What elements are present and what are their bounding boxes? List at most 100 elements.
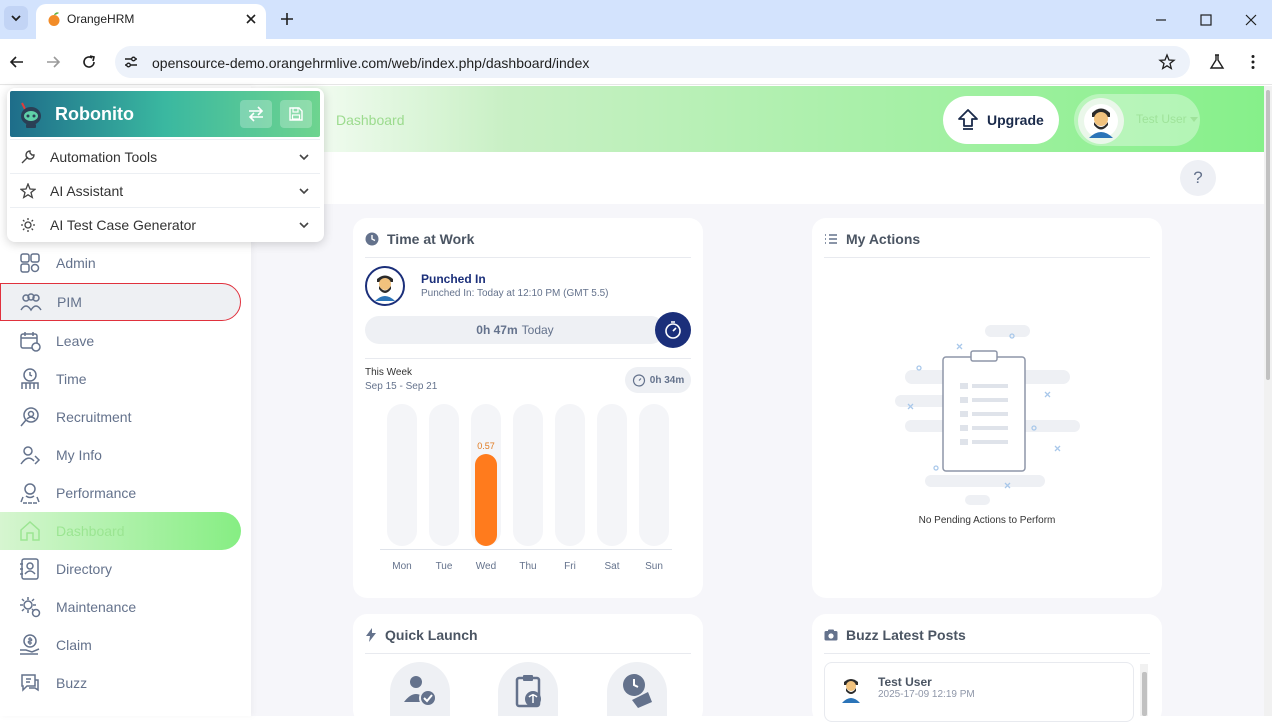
bar-track-fri	[555, 404, 585, 546]
reload-icon[interactable]	[80, 53, 98, 71]
sidebar-item-recruitment[interactable]: Recruitment	[0, 398, 241, 436]
sidebar-item-label: Recruitment	[56, 409, 132, 425]
sidebar-item-buzz[interactable]: Buzz	[0, 664, 241, 702]
x-tick-thu: Thu	[519, 561, 536, 572]
x-tick-sun: Sun	[645, 561, 663, 572]
help-icon: ?	[1193, 168, 1203, 187]
robonito-title: Robonito	[55, 104, 134, 124]
bar-wed[interactable]	[475, 454, 497, 546]
assign-leave-shortcut[interactable]	[390, 662, 450, 716]
x-tick-tue: Tue	[436, 561, 453, 572]
automation-tools-item[interactable]: Automation Tools	[10, 139, 320, 173]
sidebar-item-label: Maintenance	[56, 599, 137, 615]
switch-button[interactable]	[240, 100, 272, 128]
close-tab-icon[interactable]	[245, 13, 257, 25]
time-at-work-title: Time at Work	[365, 231, 474, 247]
x-tick-sat: Sat	[604, 561, 619, 572]
bar-track-sun	[639, 404, 669, 546]
x-tick-mon: Mon	[392, 561, 411, 572]
pim-icon	[20, 293, 42, 312]
week-range: Sep 15 - Sep 21	[365, 381, 438, 392]
week-bar-chart: Mon Tue 0.57 Wed Thu Fri Sat Sun	[380, 400, 676, 575]
swap-arrows-icon	[248, 106, 264, 122]
sidebar-item-my-info[interactable]: My Info	[0, 436, 241, 474]
user-avatar-icon	[1084, 104, 1118, 138]
bar-track-sat	[597, 404, 627, 546]
sidebar-item-label: My Info	[56, 447, 102, 463]
new-tab-icon[interactable]	[278, 10, 296, 28]
ai-assistant-item[interactable]: AI Assistant	[10, 173, 320, 207]
week-total: 0h 34m	[649, 374, 685, 386]
sidebar-item-label: Dashboard	[56, 523, 125, 539]
buzz-scrollbar-thumb[interactable]	[1142, 672, 1147, 716]
performance-icon	[20, 483, 40, 504]
minimize-icon[interactable]	[1151, 10, 1171, 30]
list-icon	[825, 234, 837, 244]
directory-icon	[20, 558, 39, 580]
sidebar-item-label: Leave	[56, 333, 95, 349]
timesheets-shortcut[interactable]	[607, 662, 667, 716]
my-info-icon	[20, 446, 41, 465]
employee-avatar	[365, 266, 405, 306]
ai-test-case-generator-label: AI Test Case Generator	[50, 216, 197, 233]
site-settings-icon[interactable]	[123, 54, 139, 70]
bar-track-tue	[429, 404, 459, 546]
avatar[interactable]	[1078, 98, 1124, 144]
punch-out-button[interactable]	[655, 312, 691, 348]
labs-flask-icon[interactable]	[1208, 53, 1226, 71]
back-arrow-icon[interactable]	[8, 53, 26, 71]
stopwatch-icon	[632, 374, 645, 387]
caret-down-icon	[1190, 117, 1198, 122]
sidebar-item-pim[interactable]: PIM	[0, 283, 241, 321]
assign-leave-icon	[404, 676, 437, 707]
upgrade-label: Upgrade	[987, 112, 1044, 128]
today-label: Today	[521, 323, 554, 337]
week-label: This Week	[365, 367, 413, 378]
sidebar-item-label: Claim	[56, 637, 92, 653]
admin-icon	[20, 253, 40, 273]
week-chart-svg: Mon Tue 0.57 Wed Thu Fri Sat Sun	[380, 404, 672, 572]
help-button[interactable]: ?	[1180, 160, 1216, 196]
x-tick-fri: Fri	[564, 561, 576, 572]
leave-list-shortcut[interactable]	[498, 662, 558, 716]
post-author-avatar-icon	[842, 679, 860, 703]
maximize-icon[interactable]	[1196, 10, 1216, 30]
tab-search-button[interactable]	[4, 6, 28, 30]
empty-clipboard-illustration	[895, 325, 1080, 505]
my-actions-label: My Actions	[846, 231, 921, 247]
maintenance-icon	[20, 597, 41, 618]
sidebar-item-performance[interactable]: Performance	[0, 474, 241, 512]
upgrade-arrow-icon	[958, 109, 978, 130]
forward-arrow-icon[interactable]	[44, 53, 62, 71]
sidebar-item-dashboard[interactable]: Dashboard	[0, 512, 241, 550]
sidebar-item-time[interactable]: Time	[0, 360, 241, 398]
sidebar-item-leave[interactable]: Leave	[0, 322, 241, 360]
buzz-post[interactable]	[824, 662, 1134, 722]
orangehrm-favicon-icon	[48, 12, 60, 26]
leave-icon	[20, 332, 41, 352]
chevron-down-icon	[299, 188, 309, 195]
save-button[interactable]	[280, 100, 312, 128]
sidebar-item-label: Time	[56, 371, 87, 387]
save-icon	[289, 107, 303, 121]
punch-status: Punched In	[421, 272, 486, 286]
scrollbar-thumb[interactable]	[1266, 90, 1270, 380]
empty-actions-text: No Pending Actions to Perform	[918, 515, 1056, 526]
leave-list-icon	[515, 675, 541, 708]
bookmark-star-icon[interactable]	[1158, 53, 1176, 71]
sidebar-item-directory[interactable]: Directory	[0, 550, 241, 588]
divider	[824, 257, 1150, 258]
close-window-icon[interactable]	[1241, 10, 1261, 30]
tab-title: OrangeHRM	[67, 12, 135, 26]
sidebar-item-claim[interactable]: Claim	[0, 626, 241, 664]
post-author: Test User	[878, 675, 932, 689]
sidebar-item-admin[interactable]: Admin	[0, 244, 241, 282]
punch-detail: Punched In: Today at 12:10 PM (GMT 5.5)	[421, 288, 609, 299]
today-duration: 0h 47m	[476, 323, 518, 337]
quick-launch-label: Quick Launch	[385, 627, 478, 643]
upgrade-button[interactable]: Upgrade	[943, 96, 1059, 144]
lightning-icon	[366, 628, 376, 642]
sidebar-item-maintenance[interactable]: Maintenance	[0, 588, 241, 626]
more-menu-icon[interactable]	[1244, 53, 1262, 71]
ai-test-case-generator-item[interactable]: AI Test Case Generator	[10, 207, 320, 241]
